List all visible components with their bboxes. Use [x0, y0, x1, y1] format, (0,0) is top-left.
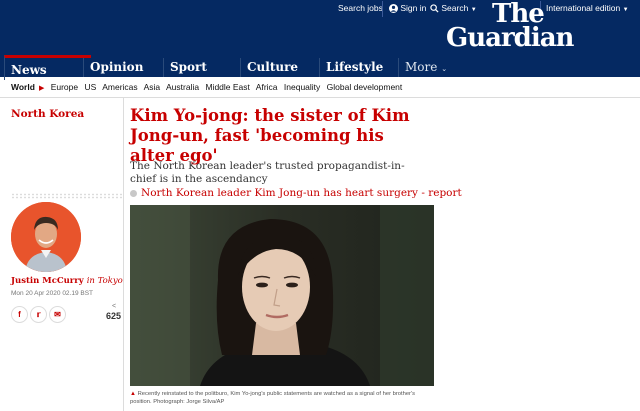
author-location: in Tokyo	[86, 276, 123, 286]
email-share-button[interactable]: ✉	[49, 306, 66, 323]
chevron-down-icon: ▼	[622, 7, 629, 13]
subnav-item[interactable]: Middle East	[205, 82, 249, 92]
tab-label: More	[405, 60, 438, 74]
masthead: Search jobs Sign in Search ▼ Internation…	[0, 0, 640, 58]
caption-triangle-icon: ▲	[130, 391, 136, 397]
subnav-current[interactable]: World	[11, 82, 35, 92]
sub-nav: World ▶ Europe US Americas Asia Australia…	[0, 77, 640, 98]
subnav-item[interactable]: Africa	[256, 82, 278, 92]
tab-label: Opinion	[90, 60, 144, 74]
subnav-item[interactable]: Australia	[166, 82, 199, 92]
pillar-nav: News Opinion Sport Culture Lifestyle Mor…	[0, 55, 640, 80]
facebook-icon: f	[18, 310, 21, 319]
article-standfirst: The North Korean leader's trusted propag…	[130, 160, 405, 185]
subnav-item[interactable]: US	[85, 82, 97, 92]
tab-label: Culture	[247, 60, 299, 74]
subnav-item[interactable]: Asia	[144, 82, 161, 92]
article-headline: Kim Yo-jong: the sister of Kim Jong-un, …	[130, 106, 410, 165]
subnav-item[interactable]: Europe	[51, 82, 78, 92]
user-icon	[389, 4, 398, 14]
separator	[382, 1, 383, 17]
tab-label: Lifestyle	[326, 60, 384, 74]
hero-image[interactable]	[130, 205, 434, 386]
chevron-right-icon: ▶	[38, 85, 45, 92]
author-photo	[11, 202, 81, 272]
edition-label: International edition	[546, 3, 621, 13]
edition-selector[interactable]: International edition ▼	[546, 3, 629, 15]
tab-label: News	[11, 63, 47, 77]
chevron-down-icon: ▼	[470, 7, 477, 13]
twitter-share-button[interactable]: 𝕣	[30, 306, 47, 323]
author-name[interactable]: Justin McCurry	[11, 276, 84, 286]
author-byline[interactable]: Justin McCurry in Tokyo	[11, 276, 123, 286]
article-main: Kim Yo-jong: the sister of Kim Jong-un, …	[130, 98, 462, 411]
dotted-divider	[11, 193, 123, 199]
twitter-icon: 𝕣	[36, 310, 41, 319]
chevron-down-icon: ⌄	[441, 65, 448, 73]
related-link[interactable]: North Korean leader Kim Jong-un has hear…	[130, 187, 462, 199]
tab-label: Sport	[170, 60, 207, 74]
search-link[interactable]: Search ▼	[430, 3, 477, 15]
subnav-item[interactable]: Americas	[102, 82, 137, 92]
image-caption: ▲ Recently reinstated to the politburo, …	[130, 390, 430, 406]
search-label: Search	[441, 3, 469, 13]
caption-text: Recently reinstated to the politburo, Ki…	[130, 391, 415, 405]
tab-culture[interactable]: Culture	[240, 58, 325, 77]
tab-opinion[interactable]: Opinion	[83, 58, 170, 77]
share-count: 625	[106, 311, 122, 321]
search-icon	[430, 4, 439, 13]
logo-guardian: Guardian	[446, 23, 574, 53]
subnav-item[interactable]: Global development	[327, 82, 403, 92]
tab-sport[interactable]: Sport	[163, 58, 246, 77]
facebook-share-button[interactable]: f	[11, 306, 28, 323]
share-icon: <	[112, 303, 117, 310]
search-jobs-link[interactable]: Search jobs	[338, 3, 383, 13]
tab-lifestyle[interactable]: Lifestyle	[319, 58, 404, 77]
author-avatar	[11, 202, 81, 272]
tab-more[interactable]: More ⌄	[398, 58, 465, 77]
section-label[interactable]: North Korea	[11, 108, 84, 120]
subnav-item[interactable]: Inequality	[284, 82, 320, 92]
bullet-icon	[130, 189, 137, 197]
email-icon: ✉	[54, 310, 61, 319]
related-link-text: North Korean leader Kim Jong-un has hear…	[141, 187, 462, 199]
sign-in-label: Sign in	[400, 3, 427, 13]
dateline: Mon 20 Apr 2020 02.19 BST	[11, 290, 94, 297]
column-divider	[123, 98, 124, 411]
sign-in-link[interactable]: Sign in	[389, 3, 427, 14]
hero-photo	[130, 205, 434, 386]
article-meta-column: North Korea Justin McCurry in Tokyo Mon …	[0, 98, 123, 411]
